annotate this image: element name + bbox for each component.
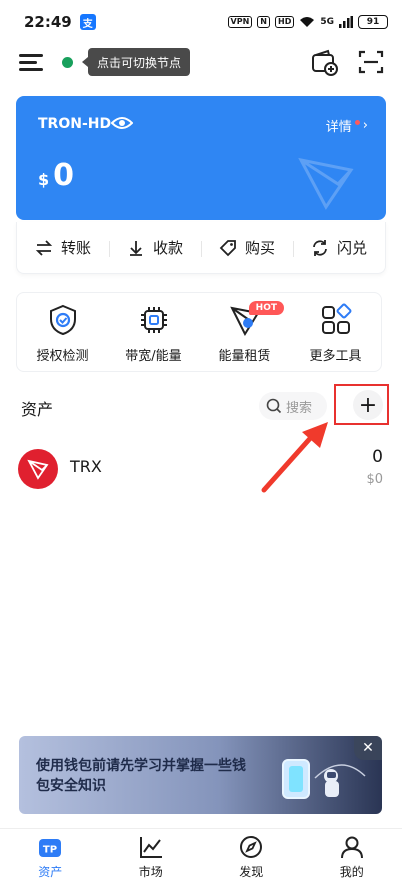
token-value: $0 — [366, 472, 383, 487]
eye-icon[interactable] — [111, 115, 133, 131]
search-placeholder: 搜索 — [286, 400, 313, 416]
search-icon — [266, 398, 282, 414]
tab-label: 发现 — [239, 865, 264, 879]
tool-label: 能量租赁 — [218, 349, 271, 364]
bottom-tab-bar: TP 资产 市场 发现 我的 — [0, 828, 402, 881]
node-status-dot[interactable] — [62, 57, 73, 68]
node-tooltip: 点击可切换节点 — [81, 48, 191, 76]
security-banner[interactable]: 使用钱包前请先学习并掌握一些钱包安全知识 ✕ — [19, 736, 382, 814]
hot-badge: HOT — [248, 301, 284, 315]
tab-assets[interactable]: TP 资产 — [0, 829, 101, 881]
tool-more[interactable]: 更多工具 — [290, 293, 381, 371]
transfer-icon — [35, 239, 53, 256]
compass-icon — [240, 836, 263, 858]
add-wallet-icon[interactable] — [310, 48, 338, 76]
buy-label: 购买 — [244, 239, 275, 257]
user-icon — [340, 836, 363, 859]
wallet-card[interactable]: TRON-HD 详情 › $ 0 — [16, 96, 386, 220]
battery-icon: 91 — [358, 15, 388, 29]
buy-button[interactable]: 购买 — [201, 237, 293, 258]
tron-watermark-icon — [298, 157, 354, 210]
transfer-button[interactable]: 转账 — [17, 237, 109, 258]
buy-icon — [219, 239, 236, 256]
receive-icon — [129, 240, 142, 256]
trx-logo-icon — [18, 449, 58, 489]
details-link[interactable]: 详情 › — [326, 116, 368, 135]
tool-label: 授权检测 — [36, 349, 89, 364]
status-bar: 22:49 支 VPN N HD 5G 91 — [0, 0, 402, 44]
tool-label: 更多工具 — [309, 349, 362, 364]
hd-icon: HD — [275, 16, 295, 28]
asset-search-input[interactable]: 搜索 — [259, 392, 327, 420]
receive-label: 收款 — [152, 239, 183, 257]
top-bar: 点击可切换节点 — [0, 44, 402, 82]
tab-market[interactable]: 市场 — [101, 829, 202, 881]
token-amount: 0 — [372, 447, 383, 467]
banner-text: 使用钱包前请先学习并掌握一些钱包安全知识 — [36, 758, 246, 794]
tool-label: 带宽/能量 — [125, 349, 182, 364]
tools-panel: 授权检测 带宽/能量 HOT 能量租赁 更多工具 — [16, 292, 382, 372]
menu-icon[interactable] — [19, 52, 43, 72]
chart-icon — [139, 837, 162, 858]
wifi-icon — [300, 17, 315, 27]
nfc-icon: N — [257, 16, 270, 28]
tab-label: 资产 — [38, 865, 63, 879]
highlight-box — [334, 384, 389, 425]
svg-text:TP: TP — [43, 845, 57, 856]
chip-icon — [140, 307, 167, 333]
tool-bandwidth-energy[interactable]: 带宽/能量 — [108, 293, 199, 371]
tab-label: 市场 — [138, 865, 163, 879]
balance-amount: 0 — [53, 158, 75, 193]
chevron-right-icon: › — [362, 118, 368, 133]
receive-button[interactable]: 收款 — [109, 237, 201, 258]
wallet-balance: $ 0 — [38, 158, 74, 193]
currency-symbol: $ — [38, 170, 50, 189]
token-row-trx[interactable]: TRX 0 $0 — [18, 445, 386, 493]
status-time: 22:49 — [24, 13, 72, 31]
swap-label: 闪兑 — [336, 239, 367, 257]
notification-dot — [354, 120, 360, 125]
signal-icon: 5G — [320, 17, 334, 27]
wallet-actions: 转账 收款 购买 闪兑 — [16, 222, 386, 274]
tab-label: 我的 — [339, 865, 364, 879]
token-symbol: TRX — [70, 457, 102, 476]
assets-title: 资产 — [21, 400, 54, 419]
swap-icon — [313, 239, 327, 256]
close-icon[interactable]: ✕ — [354, 736, 382, 760]
signal-bars-icon — [339, 16, 353, 28]
tab-profile[interactable]: 我的 — [302, 829, 402, 881]
system-icons: VPN N HD 5G 91 — [227, 15, 388, 29]
transfer-label: 转账 — [60, 239, 91, 257]
swap-button[interactable]: 闪兑 — [293, 237, 385, 258]
details-label: 详情 — [325, 120, 352, 135]
tool-energy-rental[interactable]: HOT 能量租赁 — [199, 293, 290, 371]
wallet-name: TRON-HD — [38, 116, 112, 132]
shield-icon — [49, 304, 76, 336]
alipay-icon: 支 — [79, 14, 96, 30]
grid-icon — [321, 303, 351, 334]
vpn-icon: VPN — [227, 16, 253, 28]
tab-discover[interactable]: 发现 — [201, 829, 302, 881]
scan-icon[interactable] — [357, 48, 385, 76]
tool-authorization-check[interactable]: 授权检测 — [17, 293, 108, 371]
tp-wallet-icon: TP — [39, 839, 62, 857]
